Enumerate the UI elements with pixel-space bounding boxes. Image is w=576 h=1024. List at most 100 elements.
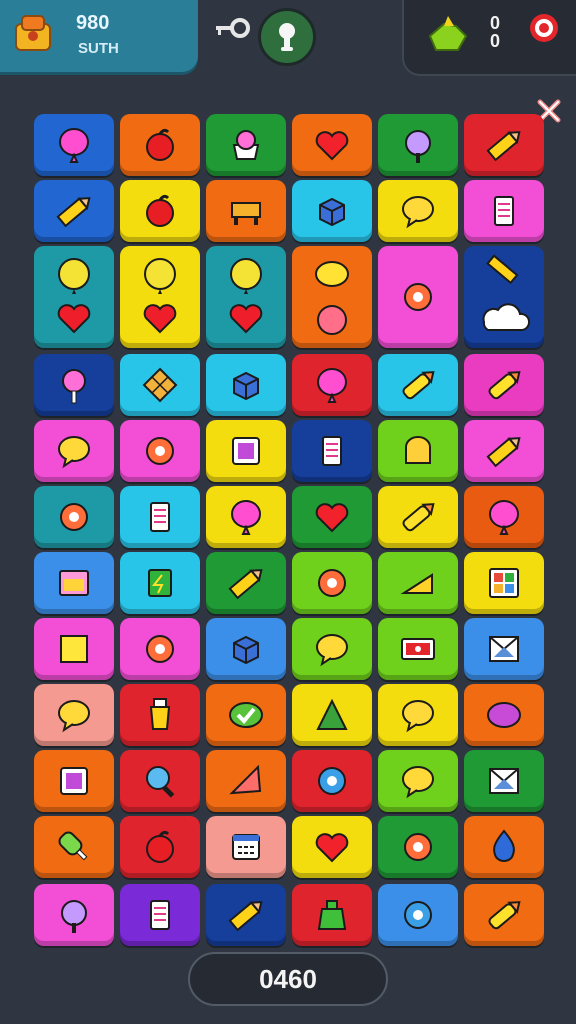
tile-r7-c5[interactable] — [378, 552, 458, 614]
heart-icon — [315, 503, 349, 533]
tile-r8-c6[interactable] — [464, 618, 544, 680]
tile-r10-c2[interactable] — [120, 750, 200, 812]
tile-r9-c4[interactable] — [292, 684, 372, 746]
tile-r9-c1[interactable] — [34, 684, 114, 746]
tile-r1-c6[interactable] — [464, 114, 544, 176]
tile-r11-c2[interactable] — [120, 816, 200, 878]
top-hud: 980 SUTH 0 0 — [0, 0, 576, 80]
tile-r8-c3[interactable] — [206, 618, 286, 680]
tile-r2-c5[interactable] — [378, 180, 458, 242]
tile-r10-c3[interactable] — [206, 750, 286, 812]
key-icon[interactable] — [214, 14, 252, 42]
target-icon[interactable] — [528, 12, 560, 44]
pencil-icon — [228, 901, 263, 932]
tile-r3-c5[interactable] — [378, 246, 458, 348]
pencil-icon — [486, 437, 521, 468]
tile-r11-c1[interactable] — [34, 816, 114, 878]
tile-r6-c1[interactable] — [34, 486, 114, 548]
tile-r6-c3[interactable] — [206, 486, 286, 548]
tile-r4-c3[interactable] — [206, 354, 286, 416]
tile-r2-c3[interactable] — [206, 180, 286, 242]
tile-r1-c1[interactable] — [34, 114, 114, 176]
tile-r4-c1[interactable] — [34, 354, 114, 416]
tile-r6-c4[interactable] — [292, 486, 372, 548]
tile-r10-c4[interactable] — [292, 750, 372, 812]
apple-icon — [146, 830, 174, 863]
tile-r2-c6[interactable] — [464, 180, 544, 242]
pencil-icon — [228, 569, 263, 600]
tile-r10-c6[interactable] — [464, 750, 544, 812]
tile-r8-c1[interactable] — [34, 618, 114, 680]
calendar-icon — [232, 834, 260, 860]
tile-r11-c6[interactable] — [464, 816, 544, 878]
check-icon — [229, 702, 263, 728]
tile-r3-c4[interactable] — [292, 246, 372, 348]
tile-r12-c1[interactable] — [34, 884, 114, 946]
balloon-icon — [59, 128, 89, 163]
tile-r3-c1[interactable] — [34, 246, 114, 348]
tile-r9-c2[interactable] — [120, 684, 200, 746]
speech-icon — [402, 766, 434, 799]
tile-r5-c4[interactable] — [292, 420, 372, 482]
tile-r4-c4[interactable] — [292, 354, 372, 416]
tile-r8-c5[interactable] — [378, 618, 458, 680]
hint-button[interactable] — [258, 8, 316, 66]
tile-r2-c4[interactable] — [292, 180, 372, 242]
tile-r12-c2[interactable] — [120, 884, 200, 946]
tile-r1-c4[interactable] — [292, 114, 372, 176]
tile-r7-c3[interactable] — [206, 552, 286, 614]
pizza-icon — [229, 764, 262, 795]
tile-r5-c6[interactable] — [464, 420, 544, 482]
tile-r9-c5[interactable] — [378, 684, 458, 746]
tile-r11-c5[interactable] — [378, 816, 458, 878]
tile-r5-c5[interactable] — [378, 420, 458, 482]
speech-icon — [58, 700, 90, 733]
tile-r6-c5[interactable] — [378, 486, 458, 548]
bulb-icon — [279, 23, 295, 51]
cheese-icon — [400, 573, 433, 594]
tile-r3-c6[interactable] — [464, 246, 544, 348]
tile-r4-c2[interactable] — [120, 354, 200, 416]
tile-r12-c4[interactable] — [292, 884, 372, 946]
crayon-icon — [402, 371, 435, 400]
flower-icon — [146, 437, 174, 465]
tile-r8-c4[interactable] — [292, 618, 372, 680]
tile-r5-c3[interactable] — [206, 420, 286, 482]
tile-r4-c6[interactable] — [464, 354, 544, 416]
tile-r3-c2[interactable] — [120, 246, 200, 348]
waffle-icon — [142, 367, 178, 403]
envelope-icon — [489, 636, 519, 662]
tile-r2-c2[interactable] — [120, 180, 200, 242]
tile-r6-c6[interactable] — [464, 486, 544, 548]
apple-icon — [146, 194, 174, 227]
tile-r12-c3[interactable] — [206, 884, 286, 946]
tile-r11-c3[interactable] — [206, 816, 286, 878]
tile-r1-c2[interactable] — [120, 114, 200, 176]
tile-r6-c2[interactable] — [120, 486, 200, 548]
tile-r8-c2[interactable] — [120, 618, 200, 680]
tile-r11-c4[interactable] — [292, 816, 372, 878]
tile-r10-c1[interactable] — [34, 750, 114, 812]
tile-r7-c4[interactable] — [292, 552, 372, 614]
tile-r1-c5[interactable] — [378, 114, 458, 176]
tile-r9-c3[interactable] — [206, 684, 286, 746]
tile-r5-c2[interactable] — [120, 420, 200, 482]
tile-r4-c5[interactable] — [378, 354, 458, 416]
tile-r9-c6[interactable] — [464, 684, 544, 746]
tile-r7-c1[interactable] — [34, 552, 114, 614]
tile-r1-c3[interactable] — [206, 114, 286, 176]
tile-r5-c1[interactable] — [34, 420, 114, 482]
tile-r7-c6[interactable] — [464, 552, 544, 614]
tile-r12-c6[interactable] — [464, 884, 544, 946]
tile-r3-c3[interactable] — [206, 246, 286, 348]
crayon-icon — [488, 371, 521, 400]
tile-grid — [0, 0, 576, 1024]
window-icon — [59, 570, 89, 596]
tile-r2-c1[interactable] — [34, 180, 114, 242]
tile-r10-c5[interactable] — [378, 750, 458, 812]
gift-icon[interactable] — [424, 14, 472, 56]
tile-r12-c5[interactable] — [378, 884, 458, 946]
tile-r7-c2[interactable] — [120, 552, 200, 614]
card-icon — [148, 569, 172, 597]
balloon-icon — [317, 368, 347, 403]
